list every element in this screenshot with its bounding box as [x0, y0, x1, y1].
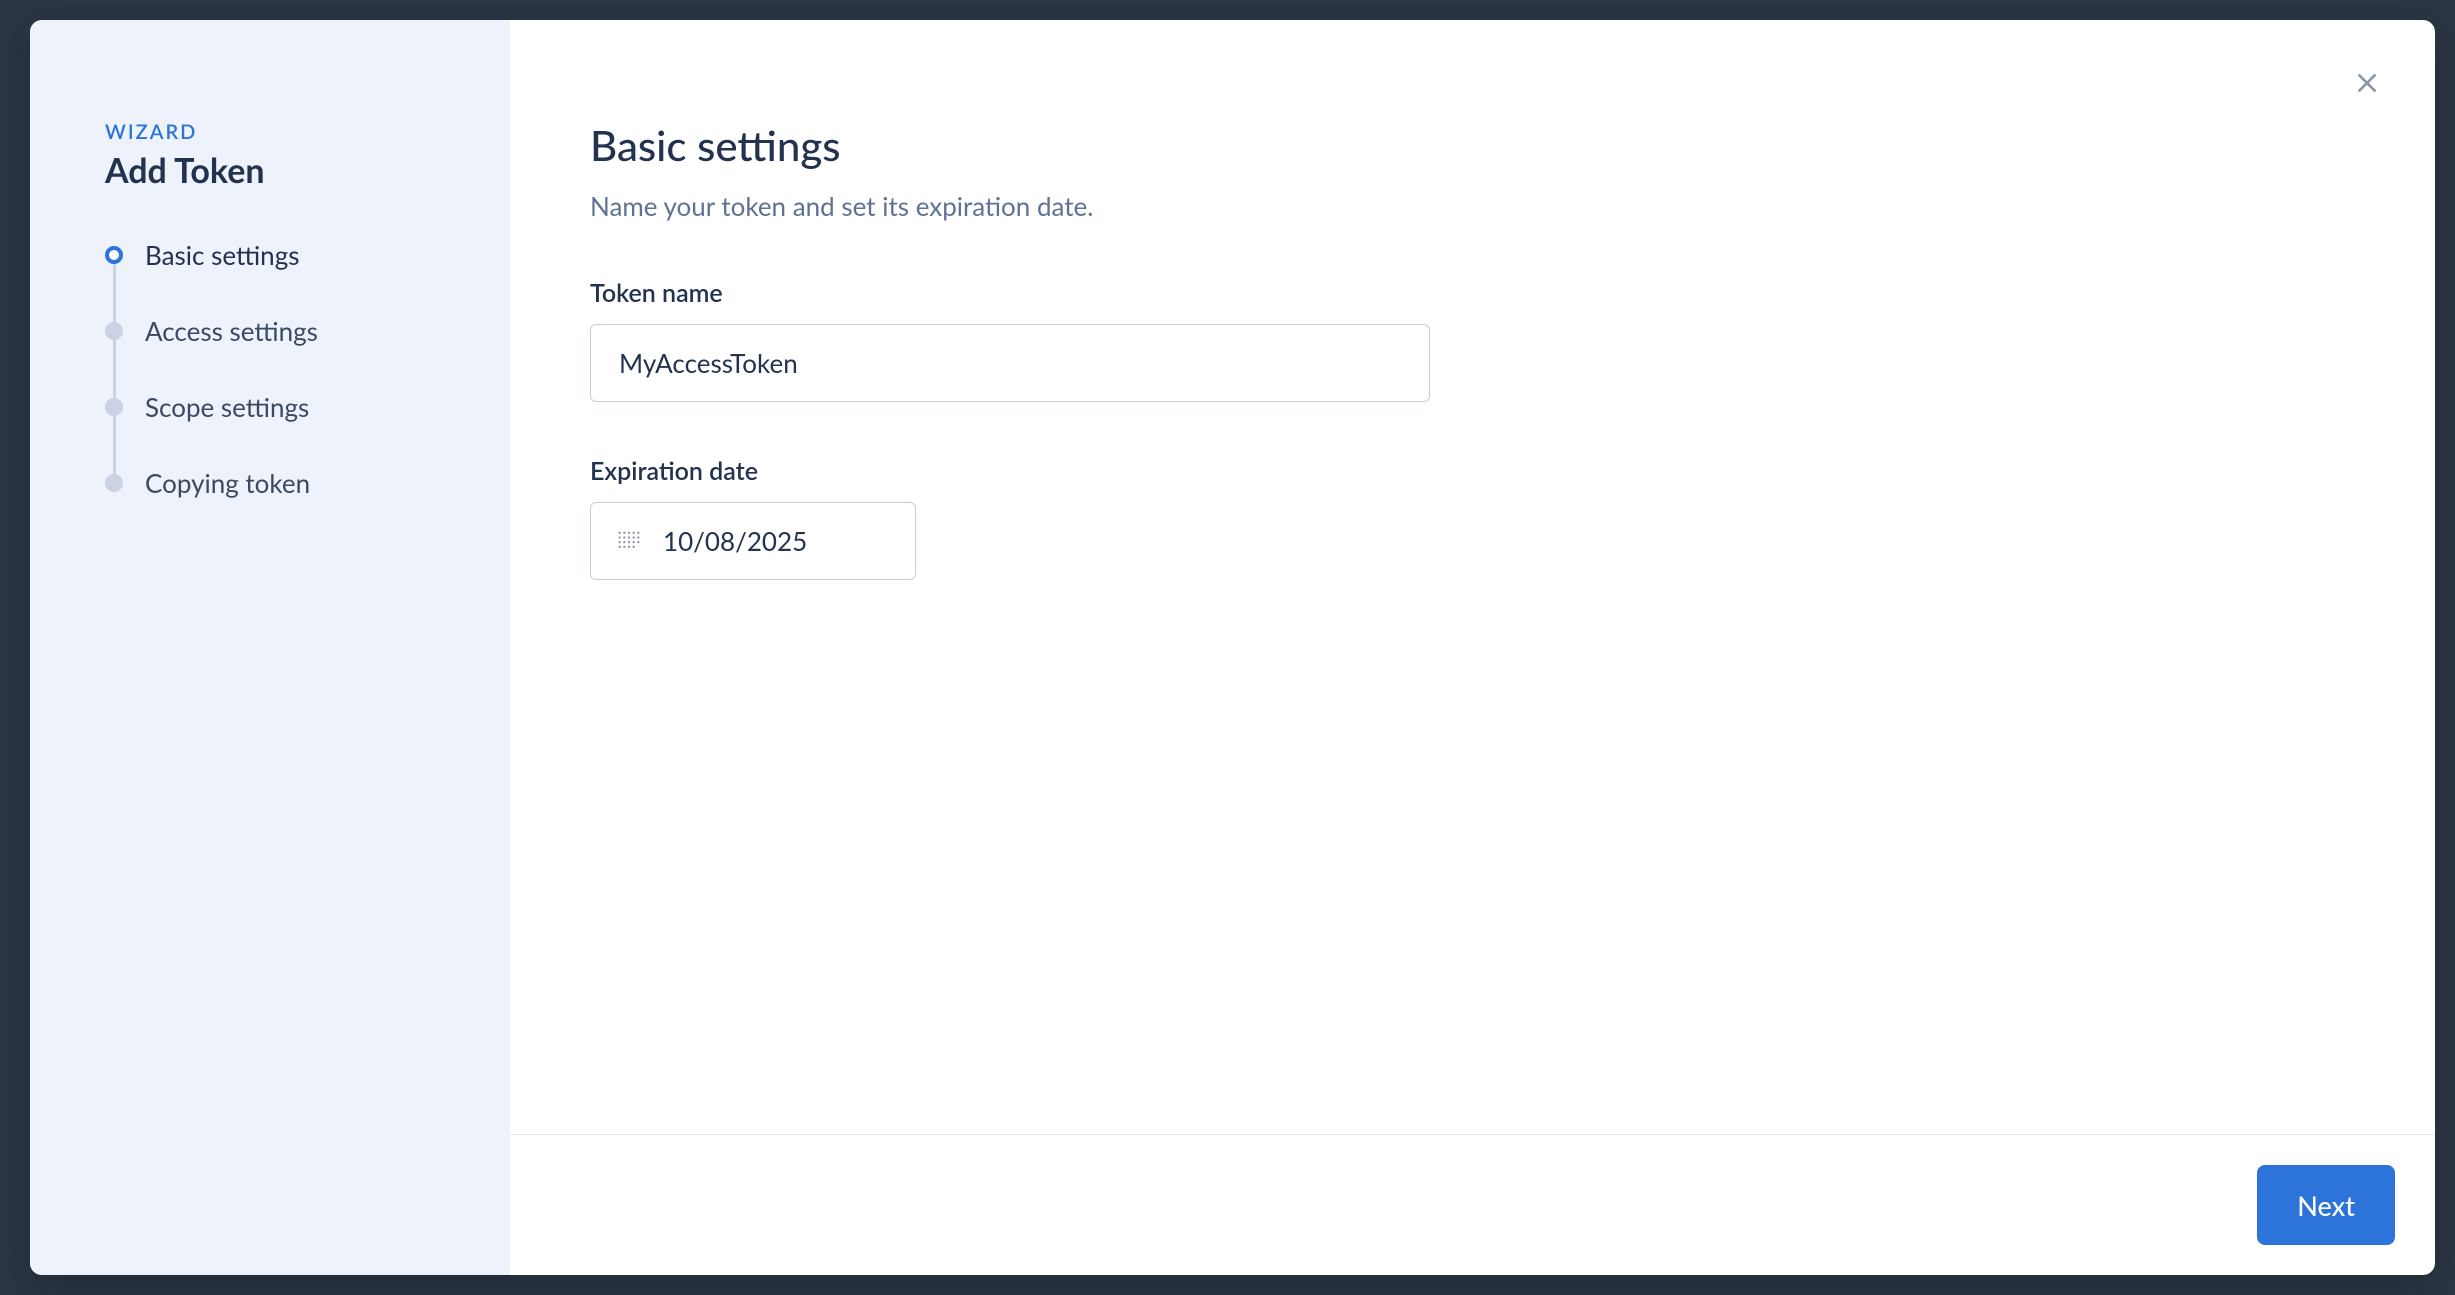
step-label: Scope settings	[145, 391, 309, 423]
wizard-footer: Next	[510, 1134, 2435, 1275]
wizard-title: Add Token	[105, 150, 450, 191]
expiration-date-value: 10/08/2025	[663, 525, 807, 557]
step-scope-settings[interactable]: Scope settings	[105, 391, 450, 467]
step-indicator-icon	[105, 474, 123, 492]
token-name-field: Token name	[590, 278, 2355, 402]
step-copying-token[interactable]: Copying token	[105, 467, 450, 499]
step-access-settings[interactable]: Access settings	[105, 315, 450, 391]
wizard-eyebrow: WIZARD	[105, 120, 450, 144]
step-indicator-icon	[105, 398, 123, 416]
page-subtitle: Name your token and set its expiration d…	[590, 190, 2355, 222]
wizard-content: Basic settings Name your token and set i…	[510, 20, 2435, 1134]
wizard-main: Basic settings Name your token and set i…	[510, 20, 2435, 1275]
token-name-label: Token name	[590, 278, 2355, 308]
expiration-date-input[interactable]: 10/08/2025	[590, 502, 916, 580]
wizard-sidebar: WIZARD Add Token Basic settings Access s…	[30, 20, 510, 1275]
calendar-icon	[615, 527, 643, 555]
step-basic-settings[interactable]: Basic settings	[105, 239, 450, 315]
step-indicator-icon	[105, 246, 123, 264]
wizard-steps: Basic settings Access settings Scope set…	[105, 239, 450, 499]
close-icon	[2354, 70, 2380, 99]
expiration-date-field: Expiration date 10/08/2025	[590, 456, 2355, 580]
next-button[interactable]: Next	[2257, 1165, 2395, 1245]
step-label: Basic settings	[145, 239, 299, 271]
close-button[interactable]	[2349, 66, 2385, 102]
step-indicator-icon	[105, 322, 123, 340]
wizard-modal: WIZARD Add Token Basic settings Access s…	[30, 20, 2435, 1275]
token-name-input[interactable]	[590, 324, 1430, 402]
step-label: Copying token	[145, 467, 310, 499]
step-label: Access settings	[145, 315, 318, 347]
page-title: Basic settings	[590, 120, 2355, 170]
expiration-date-label: Expiration date	[590, 456, 2355, 486]
